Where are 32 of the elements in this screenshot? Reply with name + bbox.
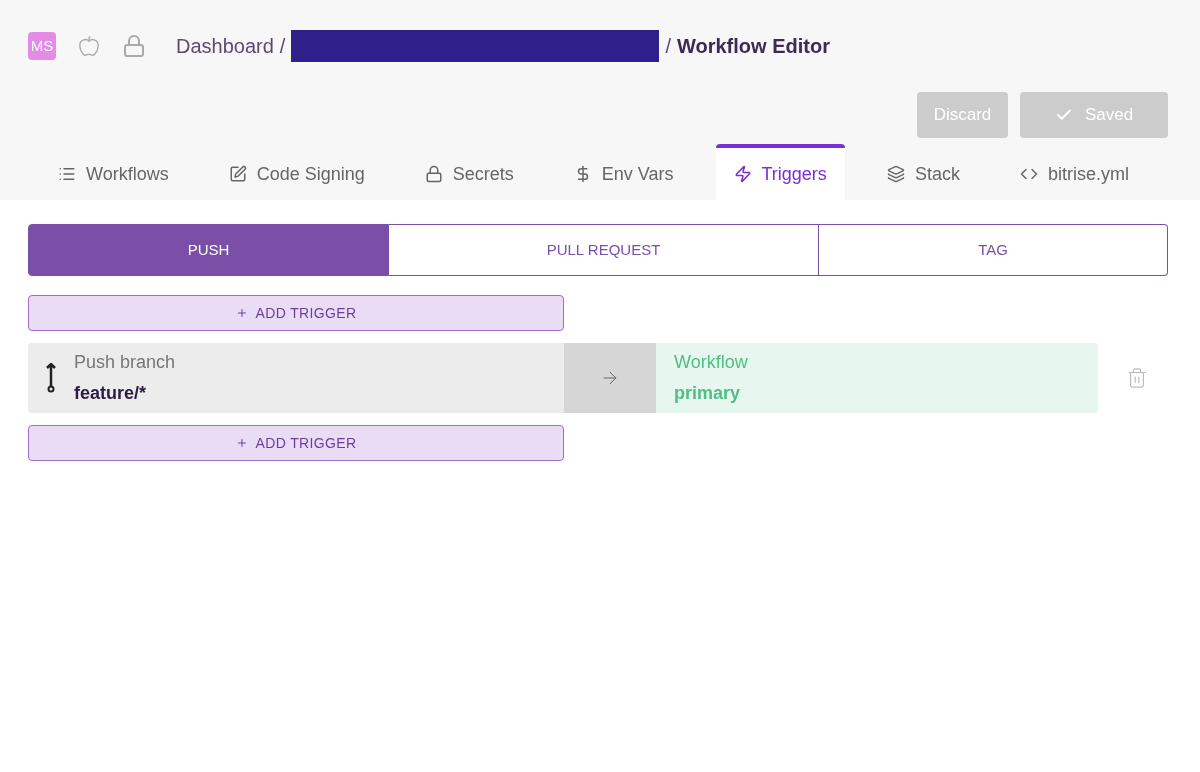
lock-icon bbox=[424, 165, 443, 183]
tab[interactable]: Stack bbox=[868, 144, 978, 200]
tab[interactable]: Code Signing bbox=[210, 144, 383, 200]
breadcrumb-link[interactable]: Dashboard bbox=[176, 31, 274, 61]
tab[interactable]: Env Vars bbox=[555, 144, 692, 200]
trash-icon bbox=[1126, 367, 1148, 389]
tab[interactable]: Workflows bbox=[40, 144, 187, 200]
target-label: Workflow bbox=[674, 351, 749, 374]
tab[interactable]: Triggers bbox=[715, 144, 845, 200]
trigger-type-tab[interactable]: PUSH bbox=[28, 224, 389, 276]
trigger-type-tab[interactable]: TAG bbox=[819, 224, 1168, 276]
plus-icon bbox=[235, 307, 248, 319]
source-label: Push branch bbox=[74, 351, 176, 374]
lightning-icon bbox=[733, 165, 752, 183]
tab[interactable]: bitrise.yml bbox=[1001, 144, 1147, 200]
lock-icon bbox=[122, 34, 146, 58]
plus-icon bbox=[235, 437, 248, 449]
page-title: Workflow Editor bbox=[676, 34, 830, 59]
breadcrumb-separator: / bbox=[279, 34, 286, 59]
tab[interactable]: Secrets bbox=[406, 144, 532, 200]
branch-pattern: feature/* bbox=[74, 382, 148, 405]
edit-icon bbox=[228, 165, 247, 183]
layers-icon bbox=[886, 165, 905, 183]
add-trigger-button[interactable]: ADD TRIGGER bbox=[28, 295, 564, 331]
workflow-name: primary bbox=[674, 382, 742, 405]
branch-pin-icon bbox=[46, 363, 56, 393]
trigger-type-tab[interactable]: PULL REQUEST bbox=[389, 224, 819, 276]
apple-icon bbox=[78, 35, 100, 57]
add-trigger-button[interactable]: ADD TRIGGER bbox=[28, 425, 564, 461]
avatar: MS bbox=[28, 32, 56, 60]
breadcrumb-separator: / bbox=[665, 34, 671, 59]
list-icon bbox=[58, 165, 76, 183]
